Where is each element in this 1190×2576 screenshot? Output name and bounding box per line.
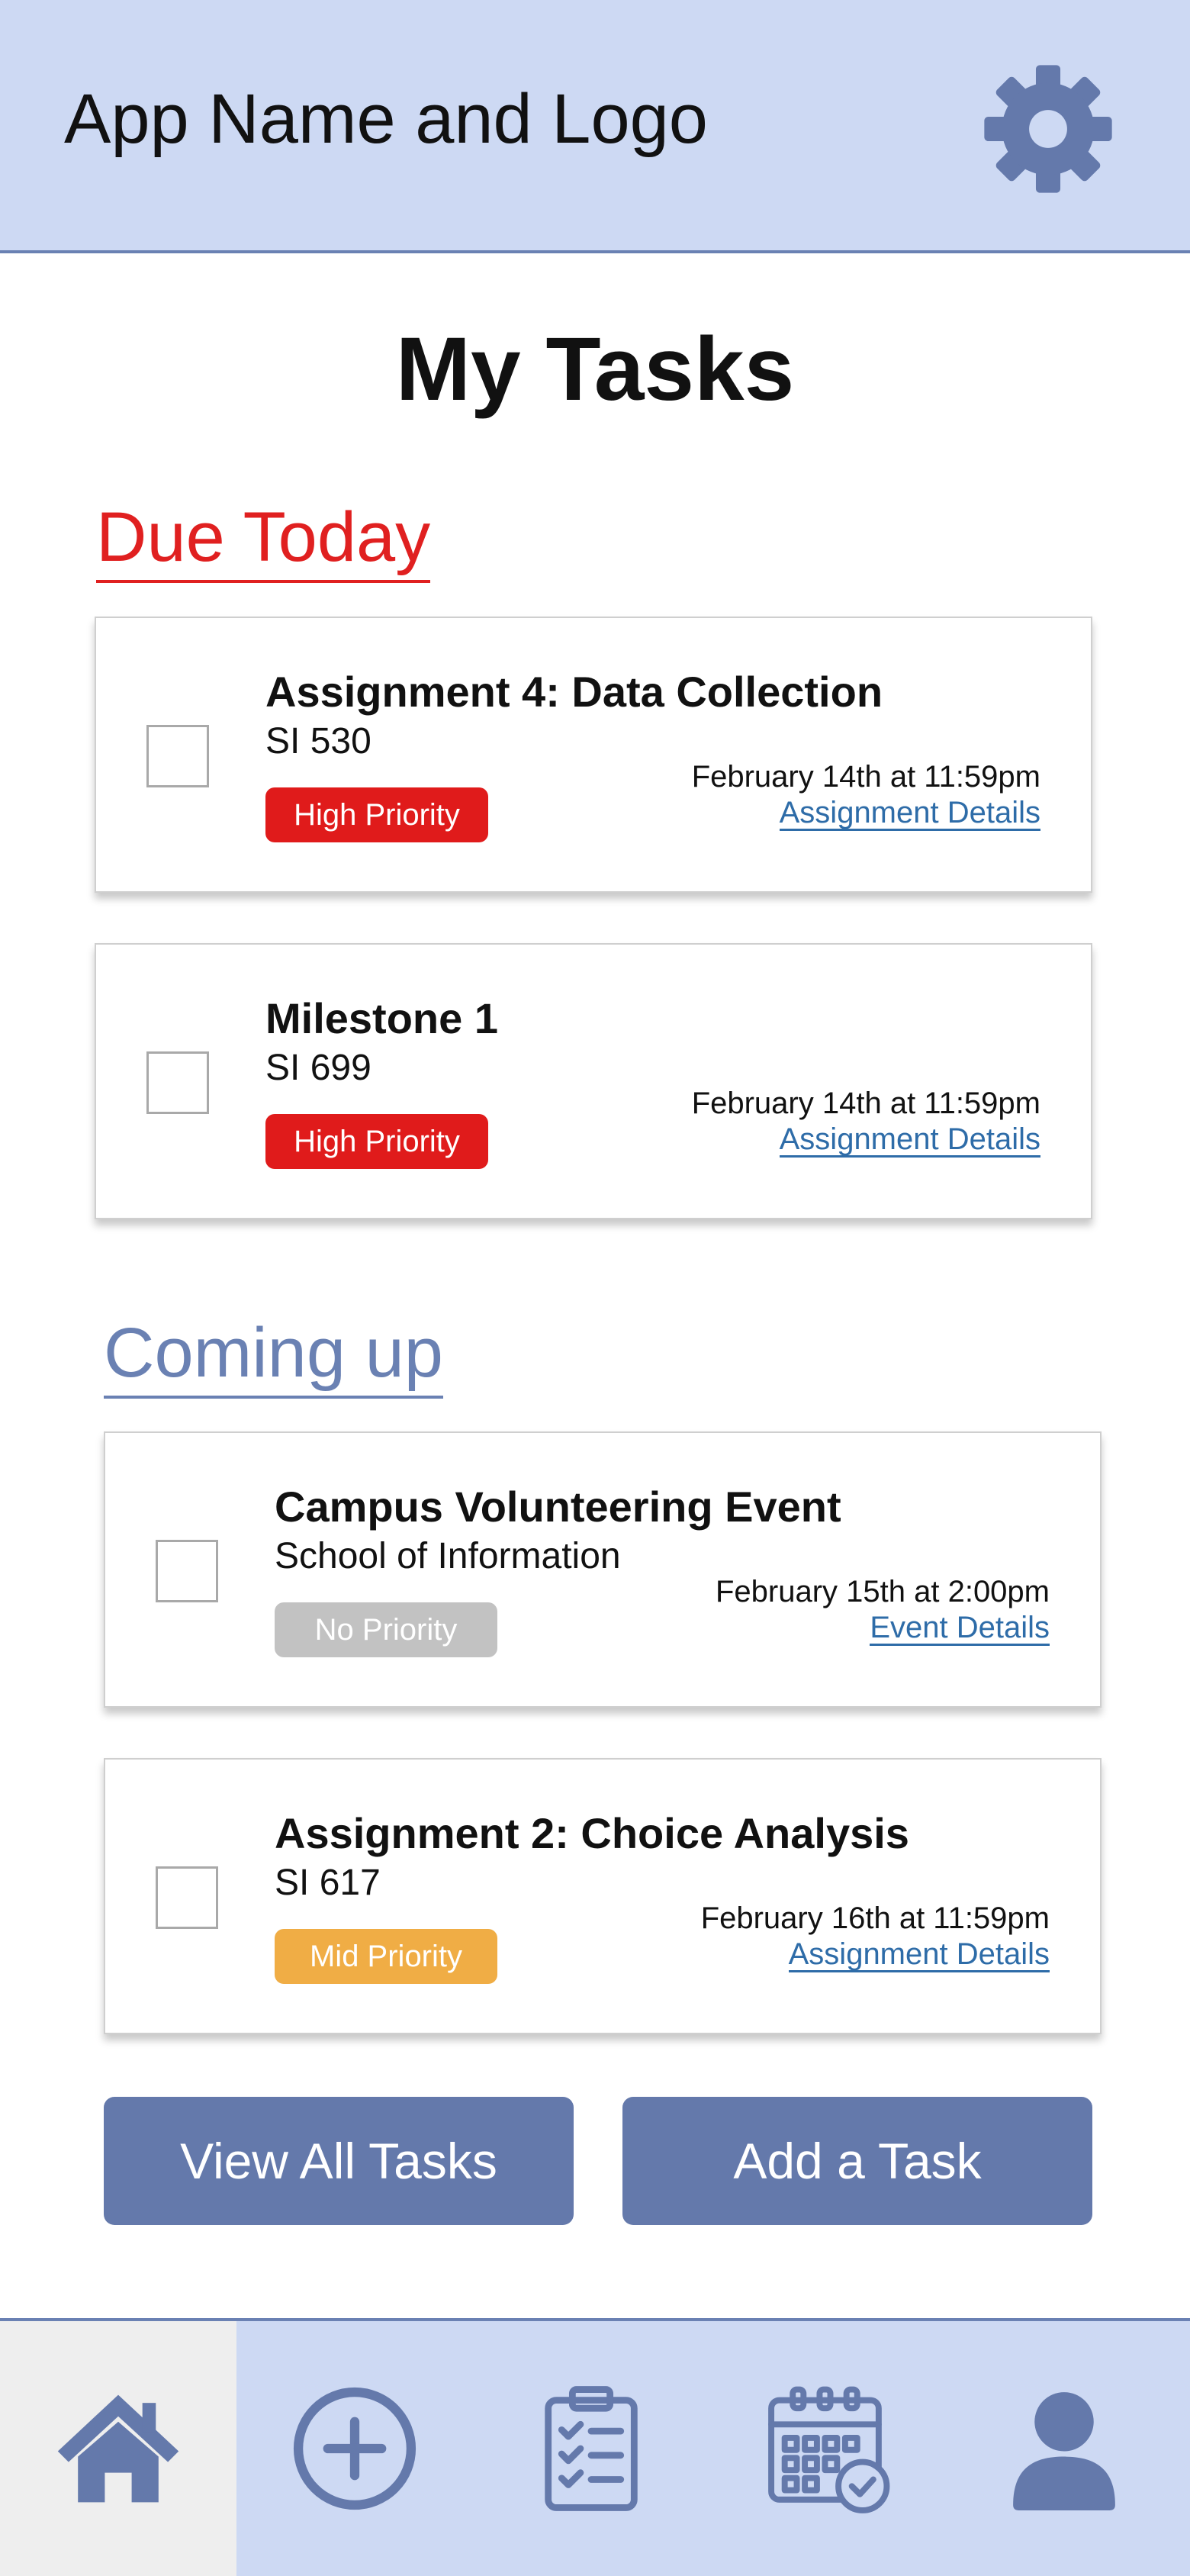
task-checkbox[interactable] <box>146 1051 209 1114</box>
task-title: Milestone 1 <box>265 994 498 1042</box>
task-due-date: February 15th at 2:00pm <box>715 1575 1050 1608</box>
home-icon <box>57 2394 179 2503</box>
nav-item-add[interactable] <box>236 2321 473 2576</box>
assignment-details-link[interactable]: Assignment Details <box>779 1123 1040 1158</box>
assignment-details-link[interactable]: Assignment Details <box>779 797 1040 831</box>
calendar-check-icon <box>768 2386 890 2513</box>
assignment-details-link[interactable]: Assignment Details <box>788 1938 1050 1972</box>
priority-badge: High Priority <box>265 787 488 842</box>
task-due-date: February 16th at 11:59pm <box>700 1901 1050 1935</box>
task-card: Assignment 4: Data Collection SI 530 Hig… <box>95 617 1092 893</box>
priority-badge: No Priority <box>275 1602 497 1657</box>
add-circle-icon <box>293 2387 416 2510</box>
task-card: Campus Volunteering Event School of Info… <box>104 1431 1102 1708</box>
section-title-coming-up: Coming up <box>104 1318 443 1399</box>
nav-item-tasks[interactable] <box>473 2321 709 2576</box>
bottom-nav <box>0 2318 1190 2576</box>
priority-badge: High Priority <box>265 1114 488 1169</box>
task-course: School of Information <box>275 1536 621 1576</box>
task-course: SI 617 <box>275 1863 381 1903</box>
nav-item-home[interactable] <box>0 2321 236 2576</box>
clipboard-checklist-icon <box>545 2386 638 2511</box>
nav-item-profile[interactable] <box>946 2321 1182 2576</box>
section-title-due-today: Due Today <box>96 502 431 583</box>
task-due-date: February 14th at 11:59pm <box>691 1087 1040 1120</box>
task-checkbox[interactable] <box>146 725 209 787</box>
priority-badge: Mid Priority <box>275 1929 497 1984</box>
task-title: Campus Volunteering Event <box>275 1483 841 1531</box>
task-course: SI 530 <box>265 721 371 762</box>
task-card: Assignment 2: Choice Analysis SI 617 Mid… <box>104 1758 1102 2034</box>
task-course: SI 699 <box>265 1048 371 1088</box>
gear-icon[interactable] <box>980 61 1116 197</box>
task-card: Milestone 1 SI 699 High Priority Februar… <box>95 943 1092 1219</box>
page-title: My Tasks <box>395 319 795 420</box>
event-details-link[interactable]: Event Details <box>870 1612 1050 1646</box>
view-all-tasks-button[interactable]: View All Tasks <box>104 2097 574 2225</box>
task-title: Assignment 2: Choice Analysis <box>275 1809 909 1857</box>
task-due-date: February 14th at 11:59pm <box>691 760 1040 794</box>
app-title: App Name and Logo <box>64 80 708 158</box>
task-checkbox[interactable] <box>156 1866 218 1929</box>
task-title: Assignment 4: Data Collection <box>265 668 883 716</box>
task-checkbox[interactable] <box>156 1540 218 1602</box>
nav-item-calendar[interactable] <box>709 2321 946 2576</box>
app-header: App Name and Logo <box>0 0 1190 253</box>
profile-icon <box>1013 2392 1115 2510</box>
add-task-button[interactable]: Add a Task <box>622 2097 1092 2225</box>
